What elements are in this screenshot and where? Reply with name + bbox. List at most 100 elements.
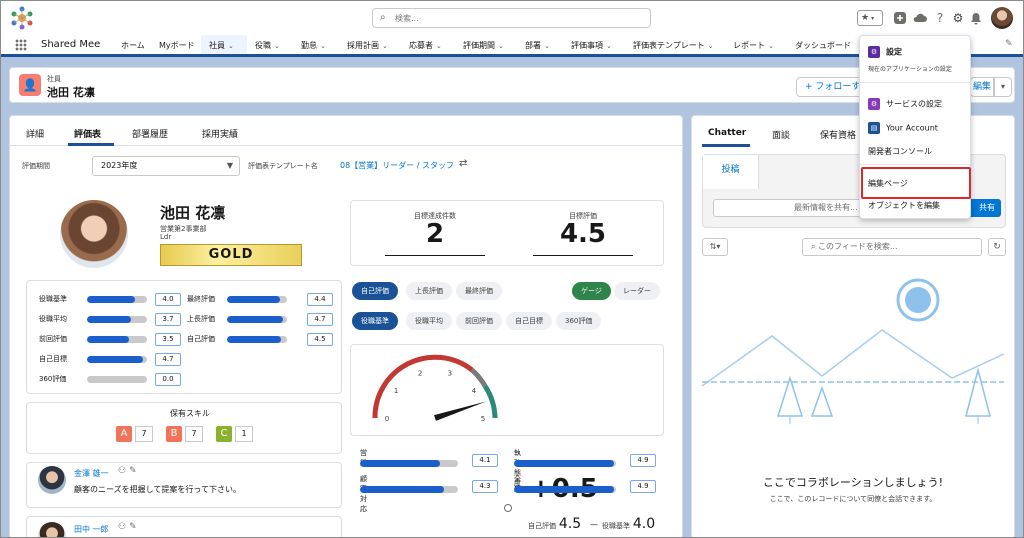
global-search-input[interactable]: ⌕ 検索... [372, 8, 651, 28]
menu-item-setup[interactable]: ⚙ 設定 [868, 46, 902, 58]
feed-search-input[interactable]: ⌕ このフィードを検索... [802, 238, 982, 256]
bell-icon[interactable] [967, 9, 985, 27]
tab-evaluation[interactable]: 評価表 [74, 127, 101, 140]
toggle-360-eval[interactable]: 360評価 [556, 312, 602, 330]
record-tabs: 詳細 評価表 部署履歴 採用実績 [10, 116, 682, 146]
nav-item-home[interactable]: ホーム [121, 40, 145, 51]
chevron-down-icon[interactable]: ⌄ [498, 42, 504, 50]
nav-item-reports[interactable]: レポート ⌄ [733, 40, 774, 51]
help-icon[interactable]: ? [931, 9, 949, 27]
commenter-name[interactable]: 金澤 雄一 [74, 468, 109, 479]
nav-item-hiring-plan[interactable]: 採用計画 ⌄ [347, 40, 388, 51]
tab-chatter[interactable]: Chatter [708, 128, 746, 138]
nav-item-label: 採用計画 [347, 41, 379, 50]
service-gear-icon: ⚙ [868, 98, 880, 110]
menu-item-service-setup[interactable]: ⚙ サービスの設定 [868, 98, 942, 110]
base-label: 役職基準 [602, 522, 630, 530]
toggle-boss-eval[interactable]: 上長評価 [406, 282, 452, 300]
tab-qualifications[interactable]: 保有資格 [820, 128, 856, 141]
toggle-radar[interactable]: レーダー [614, 282, 660, 300]
score-label: 360評価 [39, 375, 67, 383]
chevron-down-icon[interactable]: ⌄ [436, 42, 442, 50]
nav-item-positions[interactable]: 役職 ⌄ [255, 40, 280, 51]
goal-eval-value: 4.5 [559, 219, 607, 249]
nav-item-applicants[interactable]: 応募者 ⌄ [409, 40, 442, 51]
chevron-down-icon[interactable]: ⌄ [544, 42, 550, 50]
user-icon[interactable]: ⚇ [118, 522, 126, 532]
chevron-down-icon[interactable]: ⌄ [320, 42, 326, 50]
chevron-down-icon[interactable]: ⌄ [708, 42, 714, 50]
nav-item-myboard[interactable]: Myボード [159, 40, 195, 51]
edit-icon[interactable]: ✎ [129, 522, 137, 532]
template-link[interactable]: 08【営業】リーダー / スタッフ [340, 160, 454, 171]
score-bar [87, 376, 147, 383]
period-select[interactable]: 2023年度 ▼ [92, 156, 240, 176]
menu-item-dev-console[interactable]: 開発者コンソール [868, 146, 932, 157]
tab-interview[interactable]: 面談 [772, 128, 790, 141]
toggle-self-eval[interactable]: 自己評価 [352, 282, 398, 300]
tab-dept-history[interactable]: 部署履歴 [132, 127, 168, 140]
org-logo-icon[interactable] [9, 5, 35, 31]
menu-divider [860, 164, 970, 165]
chevron-down-icon[interactable]: ⌄ [768, 42, 774, 50]
user-icon[interactable]: ⚇ [118, 466, 126, 476]
add-icon[interactable] [891, 9, 909, 27]
edit-button[interactable]: 編集 [970, 77, 994, 97]
nav-item-label: 役職 [255, 41, 271, 50]
nav-item-eval-period[interactable]: 評価期間 ⌄ [463, 40, 504, 51]
nav-item-attendance[interactable]: 勤怠 ⌄ [301, 40, 326, 51]
toggle-position-avg[interactable]: 役職平均 [406, 312, 452, 330]
scroll-indicator-icon[interactable] [504, 504, 512, 512]
gauge-tick-label: 2 [418, 369, 422, 377]
category-bar [514, 486, 616, 493]
chevron-down-icon[interactable]: ▾ [994, 77, 1012, 97]
toggle-position-base[interactable]: 役職基準 [352, 312, 398, 330]
chevron-down-icon[interactable]: ⌄ [382, 42, 388, 50]
chevron-down-icon[interactable]: ⌄ [228, 42, 234, 50]
app-launcher-icon[interactable] [15, 39, 27, 51]
user-avatar[interactable] [991, 7, 1013, 29]
nav-item-dashboards[interactable]: ダッシュボード [795, 40, 851, 51]
nav-item-label: 評価期間 [463, 41, 495, 50]
favorites-button[interactable]: ★ ▾ [857, 10, 883, 26]
tab-post[interactable]: 投稿 [703, 155, 759, 189]
commenter-avatar [38, 466, 66, 494]
tab-hiring-record[interactable]: 採用実績 [202, 127, 238, 140]
toggle-self-goal[interactable]: 自己目標 [506, 312, 552, 330]
skill-grade: B [166, 426, 182, 442]
chevron-down-icon: ▾ [871, 15, 875, 22]
cloud-icon[interactable] [911, 9, 929, 27]
empty-feed-illustration [701, 278, 1005, 424]
gauge-needle [434, 401, 487, 421]
refresh-icon[interactable]: ⇄ [459, 158, 467, 169]
nav-item-employees[interactable]: 社員 ⌄ [209, 40, 234, 51]
tab-details[interactable]: 詳細 [26, 127, 44, 140]
toggle-prev-eval[interactable]: 前回評価 [456, 312, 502, 330]
commenter-name[interactable]: 田中 一郎 [74, 524, 109, 535]
edit-icon[interactable]: ✎ [129, 466, 137, 476]
edit-nav-icon[interactable]: ✎ [1005, 39, 1013, 49]
toggle-gauge[interactable]: ゲージ [572, 282, 611, 300]
sort-icon: ⇅▾ [709, 242, 721, 251]
menu-item-your-account[interactable]: ▤ Your Account [868, 122, 938, 134]
score-bar [227, 296, 287, 303]
chevron-down-icon[interactable]: ⌄ [274, 42, 280, 50]
skill-count: 7 [185, 426, 203, 442]
toggle-final-eval[interactable]: 最終評価 [456, 282, 502, 300]
setup-subtitle: 現在のアプリケーションの設定 [868, 66, 952, 73]
nav-item-eval-templates[interactable]: 評価表テンプレート ⌄ [633, 40, 714, 51]
score-bar [87, 336, 147, 343]
sort-button[interactable]: ⇅▾ [702, 238, 728, 256]
menu-item-edit-object[interactable]: オブジェクトを編集 [868, 200, 940, 211]
nav-item-eval-items[interactable]: 評価事項 ⌄ [571, 40, 612, 51]
score-label: 役職基準 [39, 295, 67, 303]
employee-name: 池田 花凛 [160, 204, 226, 222]
nav-item-departments[interactable]: 部署 ⌄ [525, 40, 550, 51]
skills-title: 保有スキル [170, 409, 210, 418]
refresh-icon[interactable]: ↻ [988, 238, 1006, 256]
gear-icon[interactable]: ⚙ [949, 9, 967, 27]
underline [533, 255, 633, 256]
employee-record-icon: 👤 [19, 74, 41, 96]
chevron-down-icon[interactable]: ⌄ [606, 42, 612, 50]
kpi-card: 目標達成件数 2 目標評価 4.5 [350, 200, 664, 266]
